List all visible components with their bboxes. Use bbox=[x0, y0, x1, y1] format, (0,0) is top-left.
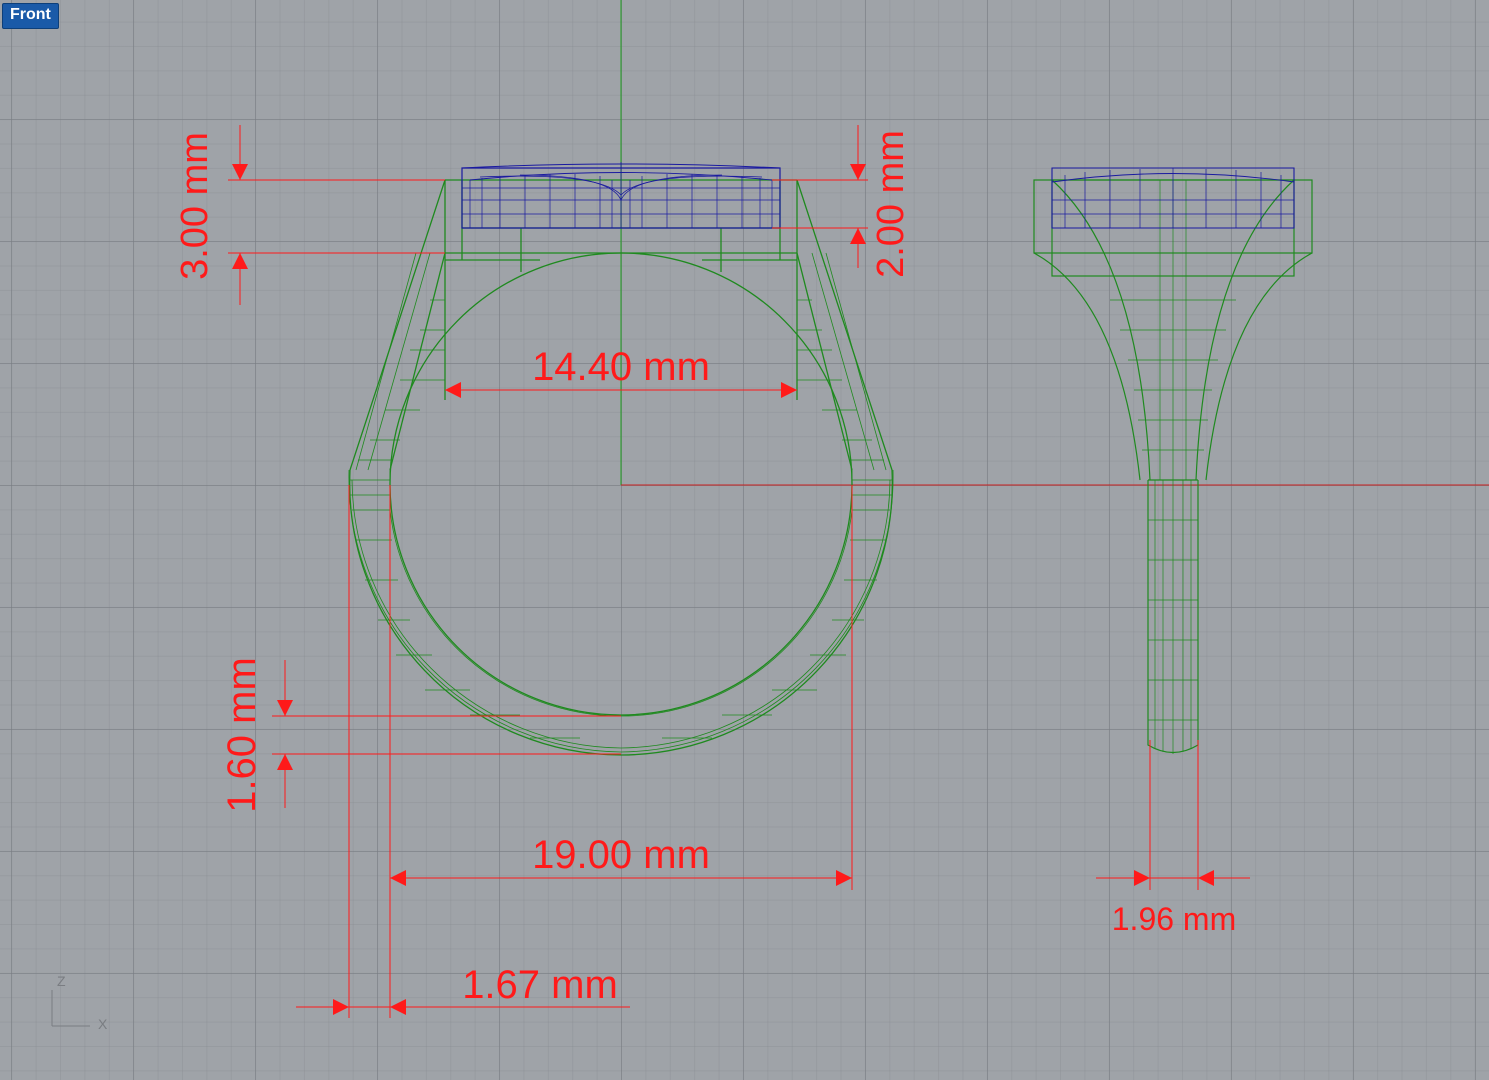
dimension-inner-diameter-label: 19.00 mm bbox=[532, 833, 710, 877]
dimension-bezel-height-label: 2.00 mm bbox=[870, 130, 912, 278]
stone-side-wireframe bbox=[1051, 167, 1295, 229]
axis-x-label: X bbox=[98, 1016, 108, 1032]
axis-z-label: Z bbox=[57, 973, 66, 989]
dimension-side-width[interactable] bbox=[1096, 740, 1250, 890]
dimension-bezel-height[interactable] bbox=[772, 125, 868, 268]
dimension-shank-thickness-label: 1.60 mm bbox=[220, 657, 264, 813]
ring-side-wireframe bbox=[1033, 179, 1313, 754]
dimension-inner-diameter[interactable] bbox=[389, 485, 853, 1018]
axis-indicator: Z X bbox=[51, 973, 108, 1032]
cad-drawing: 3.00 mm 2.00 mm 14.40 mm 1.60 mm 19.00 m… bbox=[51, 0, 1489, 1032]
stone-front-wireframe bbox=[461, 162, 781, 229]
dimension-wall-thickness-label: 1.67 mm bbox=[462, 963, 618, 1007]
dimension-top-height-label: 3.00 mm bbox=[174, 132, 216, 280]
dimension-inner-width-label: 14.40 mm bbox=[532, 345, 710, 389]
dimension-side-width-label: 1.96 mm bbox=[1112, 901, 1236, 937]
